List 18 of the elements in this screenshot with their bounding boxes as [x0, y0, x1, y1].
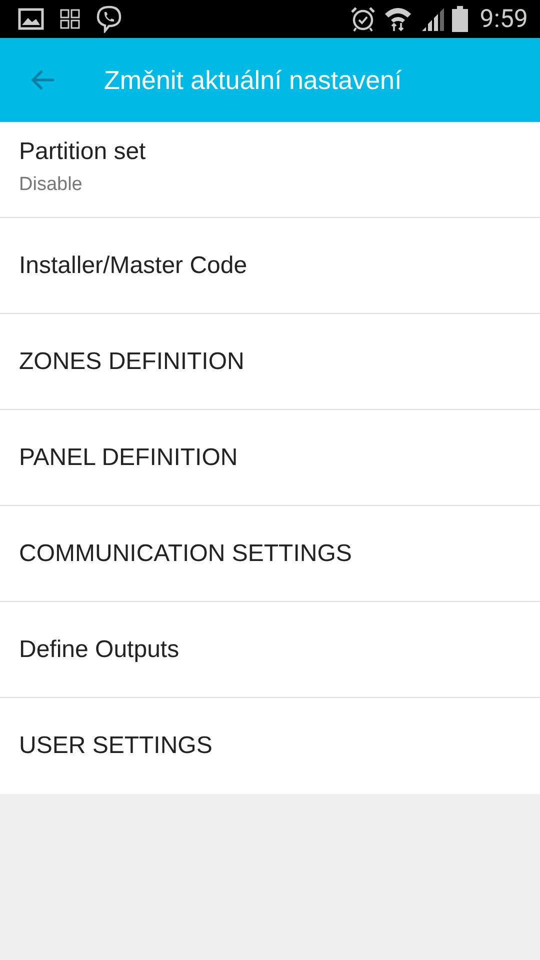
screen-title: Změnit aktuální nastavení: [104, 64, 402, 96]
setting-title[interactable]: Partition set: [19, 138, 146, 166]
phone-bubble-icon: [96, 5, 122, 33]
settings-item[interactable]: PANEL DEFINITION: [0, 410, 540, 506]
signal-icon: [420, 7, 444, 31]
battery-icon: [452, 6, 468, 32]
back-arrow-icon[interactable]: [30, 69, 56, 91]
picture-icon: [18, 8, 44, 30]
grid-icon: [60, 9, 80, 29]
setting-value: Disable: [19, 174, 82, 196]
settings-item[interactable]: COMMUNICATION SETTINGS: [0, 506, 540, 602]
wifi-icon: [384, 6, 412, 32]
settings-item[interactable]: Define Outputs: [0, 602, 540, 698]
settings-item[interactable]: USER SETTINGS: [0, 698, 540, 794]
settings-item[interactable]: Installer/Master Code: [0, 218, 540, 314]
settings-item[interactable]: ZONES DEFINITION: [0, 314, 540, 410]
status-time: 9:59: [480, 4, 528, 34]
alarm-clock-icon: [350, 6, 376, 32]
